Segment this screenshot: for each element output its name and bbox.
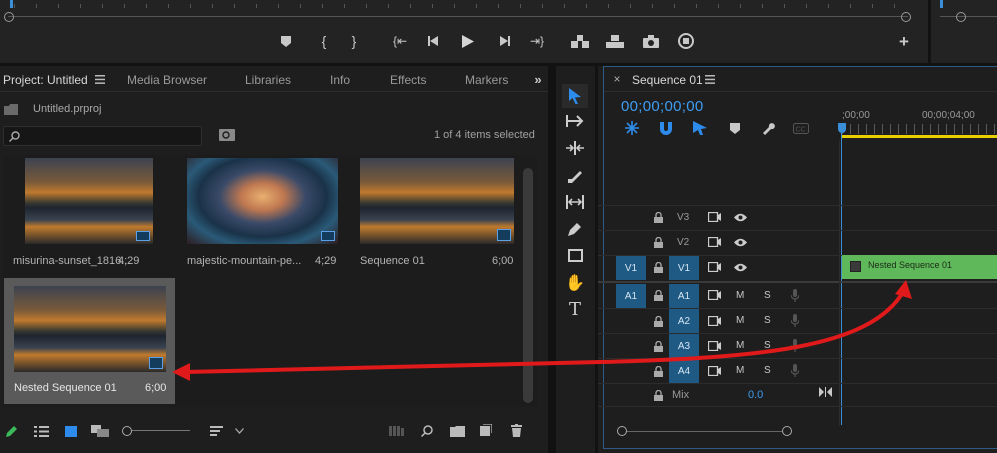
arrow-head-right	[895, 280, 912, 299]
arrow-head-left	[172, 363, 190, 381]
annotation-arrow	[172, 280, 912, 381]
